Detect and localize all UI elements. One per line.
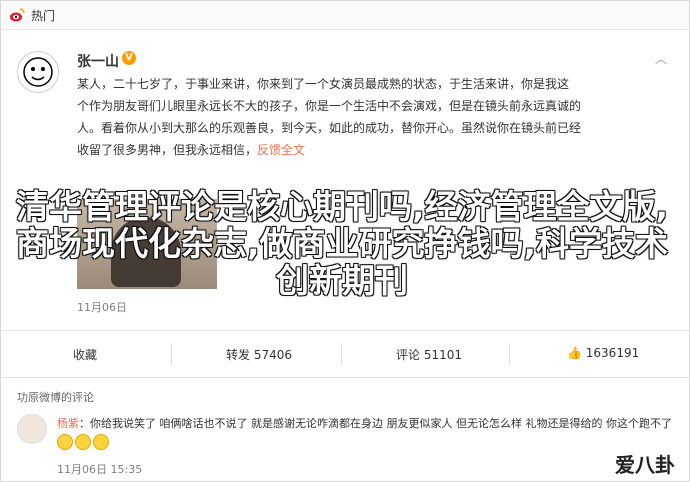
post-username[interactable]: 张一山 bbox=[77, 51, 119, 71]
divider bbox=[341, 343, 342, 365]
thumb-up-icon: 👍 bbox=[567, 346, 582, 360]
topic-label[interactable]: 热门 bbox=[31, 7, 55, 24]
monkey-avatar-icon bbox=[23, 57, 53, 87]
comment-body: 杨紫：你给我说笑了 咱俩啥话也不说了 就是感谢无论咋滴都在身边 朋友更似家人 但… bbox=[57, 415, 677, 451]
comment-avatar[interactable] bbox=[17, 414, 47, 444]
chevron-down-icon[interactable]: ︿ bbox=[655, 50, 667, 67]
favorite-button[interactable]: 收藏 bbox=[73, 346, 97, 363]
smile-emoji-icon bbox=[93, 434, 109, 450]
share-button[interactable]: 转发 57406 bbox=[226, 346, 292, 363]
weibo-post-frame: 热门 张一山 V ︿ 某人，二十七岁了，于事业来讲，你来到了一个女演员最成熟的状… bbox=[0, 0, 690, 482]
smile-emoji-icon bbox=[57, 434, 73, 450]
avatar[interactable] bbox=[17, 51, 59, 93]
like-count: 1636191 bbox=[585, 346, 640, 360]
weibo-logo-icon bbox=[10, 8, 25, 22]
watermark-logo: 爱八卦 bbox=[615, 453, 675, 477]
verified-badge-icon: V bbox=[122, 51, 136, 65]
post-line-text: 收留了很多男神，但我永远相信， bbox=[77, 143, 258, 157]
post-time[interactable]: 11月06日 bbox=[77, 299, 127, 315]
top-bar: 热门 bbox=[1, 1, 689, 30]
overlay-title: 清华管理评论是核心期刊吗,经济管理全文版,商场现代化杂志,做商业研究挣钱吗,科学… bbox=[15, 187, 669, 300]
post-line: 人。看着你从小到大那么的乐观善良，到今天，如此的成功，替你开心。虽然说你在镜头前… bbox=[77, 121, 582, 135]
comment-time: 11月06日 15:35 bbox=[57, 463, 143, 476]
post-line: 收留了很多男神，但我永远相信，反馈全文 bbox=[77, 139, 667, 161]
divider bbox=[509, 343, 510, 365]
smile-emoji-icon bbox=[75, 434, 91, 450]
comment-button[interactable]: 评论 51101 bbox=[396, 346, 462, 363]
comment-text: ：你给我说笑了 咱俩啥话也不说了 就是感谢无论咋滴都在身边 朋友更似家人 但无论… bbox=[79, 417, 672, 430]
action-bar: 收藏 转发 57406 评论 51101 👍 1636191 bbox=[1, 330, 689, 378]
comments-header: 功原微博的评论 bbox=[17, 391, 94, 404]
post-line: 某人，二十七岁了，于事业来讲，你来到了一个女演员最成熟的状态，于生活来讲，你是我… bbox=[77, 77, 570, 91]
post-line: 个作为朋友哥们儿眼里永远长不大的孩子，你是一个生活中不会演戏，但是在镜头前永远真… bbox=[77, 99, 582, 113]
comment-user[interactable]: 杨紫 bbox=[57, 417, 79, 430]
like-button[interactable]: 👍 1636191 bbox=[567, 346, 639, 360]
post-body: 某人，二十七岁了，于事业来讲，你来到了一个女演员最成熟的状态，于生活来讲，你是我… bbox=[77, 73, 667, 161]
expand-link[interactable]: 反馈全文 bbox=[257, 143, 305, 157]
divider bbox=[171, 343, 172, 365]
